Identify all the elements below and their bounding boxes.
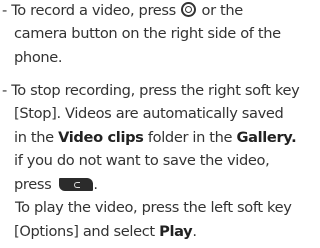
instruction-play-line-2: [Options] and select Play. xyxy=(14,223,197,240)
gallery-label: Gallery. xyxy=(236,129,297,146)
clear-key-icon xyxy=(59,178,94,191)
play-option-label: Play xyxy=(159,223,193,240)
instruction-stop-line-3: in the Video clips folder in the Gallery… xyxy=(14,129,297,146)
record-button-icon xyxy=(181,2,197,17)
instruction-stop-line-5: press. xyxy=(14,176,98,193)
instruction-play-line-1: To play the video, press the left soft k… xyxy=(15,199,292,216)
instruction-stop-line-1: - To stop recording, press the right sof… xyxy=(2,82,300,99)
instruction-record-line-3: phone. xyxy=(14,49,63,66)
instruction-stop-line-4: if you do not want to save the video, xyxy=(14,152,270,169)
instruction-record-line-2: camera button on the right side of the xyxy=(14,25,281,42)
instruction-record-line-1: - To record a video, press or the xyxy=(2,2,243,19)
instruction-stop-line-2: [Stop]. Videos are automatically saved xyxy=(14,105,284,122)
video-clips-folder-label: Video clips xyxy=(58,129,144,146)
